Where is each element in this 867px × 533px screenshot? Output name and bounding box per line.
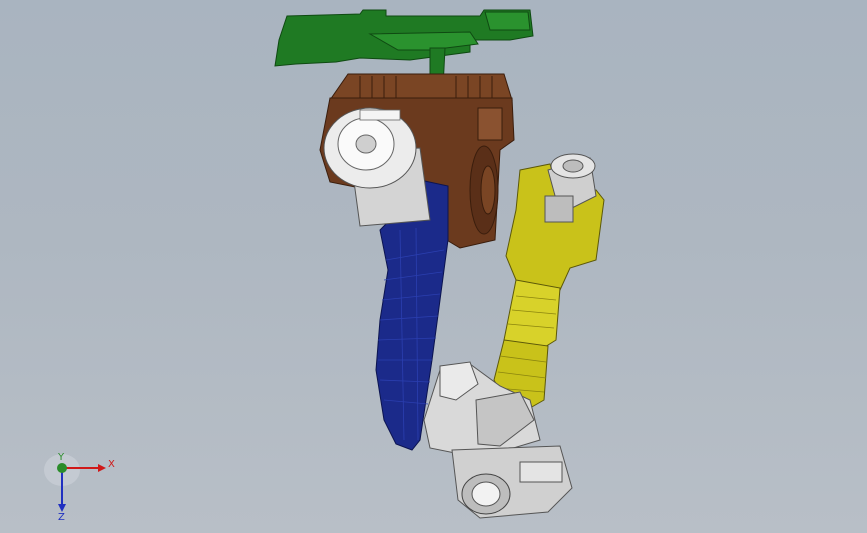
x-axis-label: X: [108, 459, 115, 470]
x-arrowhead-icon: [98, 464, 106, 472]
graphics-viewport[interactable]: X Y Z: [0, 0, 867, 533]
y-axis-dot-icon: [57, 463, 67, 473]
elbow-joint[interactable]: [423, 361, 573, 519]
z-arrowhead-icon: [58, 504, 66, 512]
z-axis-label: Z: [58, 512, 65, 520]
coordinate-triad: X Y Z: [44, 452, 115, 520]
robot-model[interactable]: [0, 0, 867, 533]
y-axis-label: Y: [57, 452, 65, 463]
